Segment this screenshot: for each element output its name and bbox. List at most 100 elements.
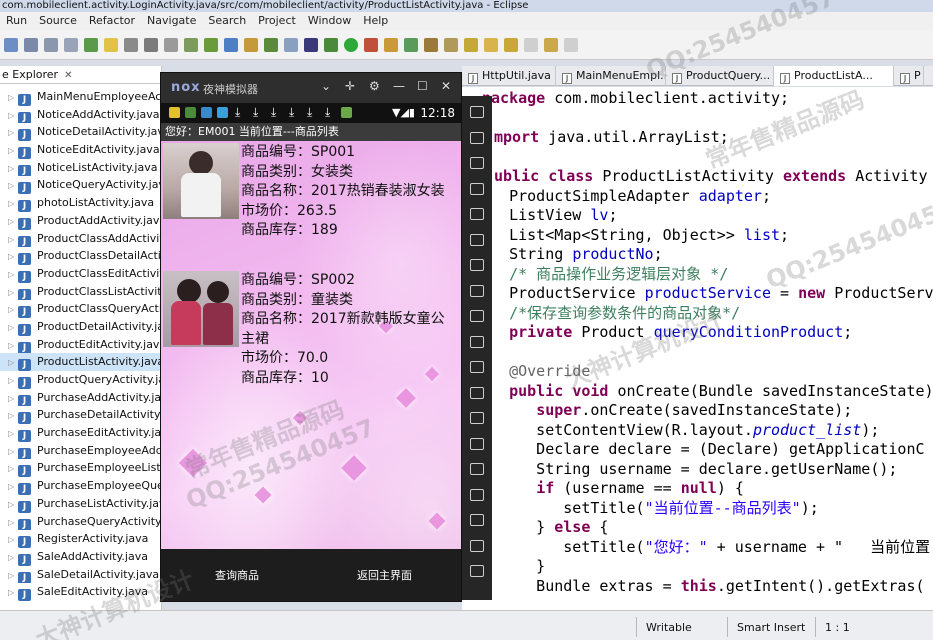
expand-arrow-icon[interactable]: ▷ [8,407,18,424]
maximize-icon[interactable]: ☐ [417,79,428,93]
expand-arrow-icon[interactable]: ▷ [8,284,18,301]
file-tree-item[interactable]: ▷ J PurchaseListActivity.java [0,495,162,513]
expand-arrow-icon[interactable]: ▷ [8,372,18,389]
file-tree-item[interactable]: ▷ J MainMenuEmployeeActi [0,88,162,106]
save-icon[interactable] [24,37,38,52]
dropdown-icon[interactable]: ⌄ [321,79,331,93]
format-icon[interactable] [164,37,178,52]
nav-forward-icon[interactable] [564,37,578,52]
file-tree-item[interactable]: ▷ J NoticeQueryActivity.java [0,176,162,195]
grid-icon[interactable] [384,37,398,52]
editor-tab[interactable]: J ProductQuery... [666,66,774,86]
prev-annotation-icon[interactable] [504,37,518,52]
external-tools-icon[interactable] [364,37,378,52]
expand-arrow-icon[interactable]: ▷ [8,266,18,283]
close-icon[interactable]: ✕ [64,70,72,81]
recent-apps-icon[interactable] [470,565,484,577]
camera-icon[interactable] [470,386,484,399]
code-line[interactable]: ListView lv; [482,206,617,226]
expand-arrow-icon[interactable]: ▷ [8,231,18,248]
expand-arrow-icon[interactable]: ▷ [8,390,18,407]
file-tree-item[interactable]: ▷J PurchaseDetailActivity.java [0,406,162,425]
file-tree-item[interactable]: ▷J ProductQueryActivity.java [0,371,162,389]
download-icon[interactable] [184,37,198,52]
code-line[interactable]: if (username == null) { [482,479,744,499]
expand-arrow-icon[interactable]: ▷ [8,142,18,159]
list-item[interactable]: 商品编号：SP002 商品类别：童装类 商品名称：2017新款韩版女童公主裙 市… [161,271,461,391]
product-list[interactable]: 商品编号：SP001 商品类别：女装类 商品名称：2017热销春装淑女装 市场价… [161,141,461,549]
checkbox-icon[interactable] [224,37,238,52]
expand-arrow-icon[interactable]: ▷ [8,567,18,584]
loading-icon[interactable] [470,361,484,373]
code-line[interactable]: @Override [482,362,590,382]
file-tree-item[interactable]: ▷ J ProductEditActivity.java [0,336,162,354]
menu-window[interactable]: Window [308,12,351,30]
record-icon[interactable] [470,412,484,424]
code-line[interactable]: package com.mobileclient.activity; [482,89,789,109]
file-tree-item[interactable]: ▷J PurchaseQueryActivity.java [0,513,162,531]
more-icon[interactable] [470,106,484,118]
back-icon[interactable] [524,37,538,52]
home-nav-icon[interactable] [470,539,484,552]
file-tree-item[interactable]: ▷ J ProductClassQueryActiv [0,300,162,318]
file-tree-item[interactable]: ▷ J SaleAddActivity.java [0,548,162,566]
expand-arrow-icon[interactable]: ▷ [8,584,18,601]
expand-arrow-icon[interactable]: ▷ [8,337,18,354]
code-line[interactable]: mport java.util.ArrayList; [494,128,729,148]
menu-search[interactable]: Search [208,12,246,30]
editor-tab[interactable]: J MainMenuEmpl... [556,66,666,86]
expand-arrow-icon[interactable]: ▷ [8,213,18,230]
multi-window-icon[interactable] [470,488,484,501]
debug-icon[interactable] [84,37,98,52]
code-line[interactable]: String username = declare.getUserName(); [482,460,897,480]
next-annotation-icon[interactable] [484,37,498,52]
expand-arrow-icon[interactable]: ▷ [8,89,18,106]
menu-help[interactable]: Help [363,12,388,30]
back-to-main-button[interactable]: 返回主界面 [357,567,412,583]
gear-icon[interactable]: ⚙ [369,79,380,93]
expand-arrow-icon[interactable]: ▷ [8,195,18,212]
code-line[interactable]: public void onCreate(Bundle savedInstanc… [482,382,933,402]
package-explorer-tab[interactable]: e Explorer ✕ [0,66,161,84]
query-product-button[interactable]: 查询商品 [215,567,259,583]
expand-arrow-icon[interactable]: ▷ [8,124,18,141]
refresh-icon[interactable] [404,37,418,52]
menu-run[interactable]: Run [6,12,27,30]
apk-install-icon[interactable] [470,335,484,348]
file-tree-item[interactable]: ▷ J ProductClassEditActivity [0,265,162,283]
code-line[interactable]: super.onCreate(savedInstanceState); [482,401,852,421]
code-line[interactable]: } else { [482,518,608,538]
code-line[interactable]: Bundle extras = this.getIntent().getExtr… [482,577,924,597]
expand-arrow-icon[interactable]: ▷ [8,319,18,336]
screen-icon[interactable] [470,233,484,246]
new-icon[interactable] [4,37,18,52]
file-tree-item[interactable]: ▷ J SaleEditActivity.java [0,583,162,601]
file-tree-item[interactable]: ▷ J PurchaseEmployeeAddA [0,442,162,460]
debug-run-icon[interactable] [324,37,338,52]
minimize-icon[interactable]: — [393,79,405,93]
file-tree-item[interactable]: ▷ J ProductAddActivity.java [0,212,162,230]
highlight-icon[interactable] [104,37,118,52]
code-line[interactable]: setTitle("当前位置--商品列表"); [482,499,818,519]
open-icon[interactable] [284,37,298,52]
list-item[interactable]: 商品编号：SP001 商品类别：女装类 商品名称：2017热销春装淑女装 市场价… [161,143,461,263]
scissors-icon[interactable] [470,182,484,195]
android-icon[interactable] [204,37,218,52]
save-all-icon[interactable] [44,37,58,52]
expand-arrow-icon[interactable]: ▷ [8,177,18,194]
file-tree-item[interactable]: ▷ J RegisterActivity.java [0,530,162,548]
expand-arrow-icon[interactable]: ▷ [8,478,18,495]
package-icon[interactable] [244,37,258,52]
file-tree-item[interactable]: ▷ J PurchaseAddActivity.java [0,389,162,407]
mark-icon[interactable] [124,37,138,52]
file-tree-item[interactable]: ▷ J NoticeAddActivity.java [0,106,162,124]
file-tree-item[interactable]: ▷ J ProductClassAddActivity [0,230,162,248]
back-nav-icon[interactable] [470,514,484,526]
menu-navigate[interactable]: Navigate [147,12,196,30]
file-tree-item[interactable]: ▷ JphotoListActivity.java [0,194,162,212]
forward-icon[interactable] [544,37,558,52]
code-line[interactable]: String productNo; [482,245,663,265]
file-tree-item[interactable]: ▷J ProductDetailActivity.java [0,318,162,336]
expand-arrow-icon[interactable]: ▷ [8,514,18,531]
volume-up-icon[interactable] [470,284,484,297]
